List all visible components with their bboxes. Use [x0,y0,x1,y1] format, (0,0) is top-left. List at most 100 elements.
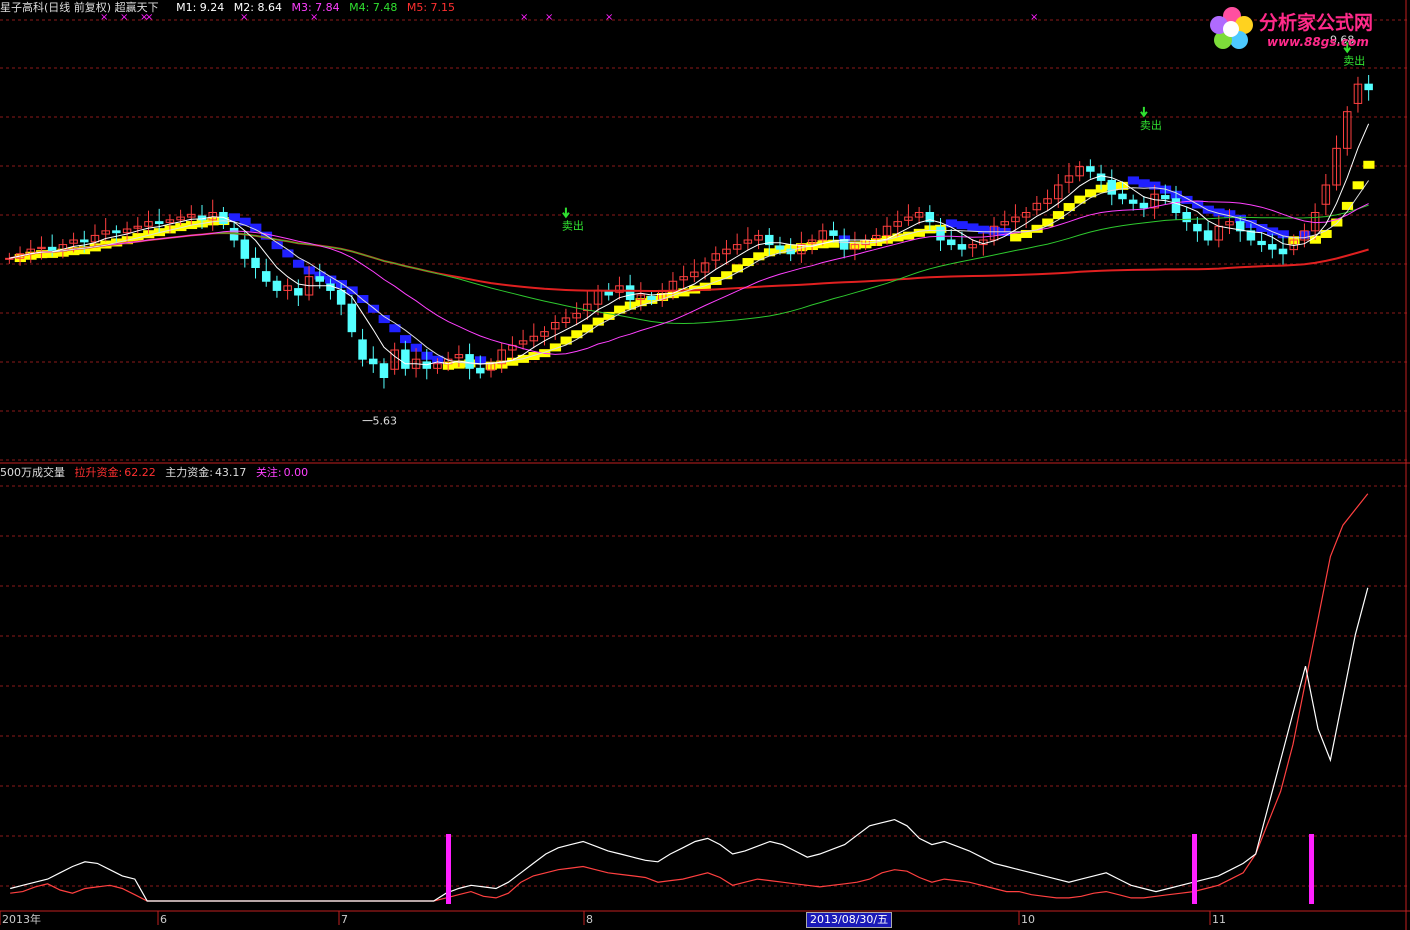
band-block [1052,211,1065,220]
pull-value: 62.22 [124,466,156,479]
ma-line-5 [9,123,1370,366]
candle-body [1364,83,1373,91]
ma-red-line [9,231,1369,292]
candle-body [261,271,271,282]
band-block [581,324,594,333]
m2-value: M2: 8.64 [233,1,282,14]
indicator-header: 500万成交量 拉升资金: 62.22 主力资金: 43.17 关注: 0.00 [0,466,314,480]
candle-body [1128,199,1138,204]
candle-body [154,221,164,225]
candle-body [829,230,838,236]
band-block [1352,181,1364,190]
sell-arrow-icon [1140,106,1148,118]
m5-value: M5: 7.15 [406,1,456,14]
candle-body [336,289,346,305]
candle-body [1139,202,1149,209]
x-tick-label: 2013年 [2,912,41,926]
candle-body [80,239,89,243]
band-block [945,219,958,228]
band-block [731,264,744,273]
watch-label: 关注: [255,466,282,479]
sell-arrow-icon [562,207,570,219]
main-value: 43.17 [214,466,247,479]
m4-value: M4: 7.48 [349,1,398,14]
main-label: 主力资金: [165,466,213,479]
candle-body [112,230,121,234]
candle-body [1278,248,1288,255]
x-tick-label: 10 [1021,913,1035,926]
band-block [1127,176,1140,185]
watch-flag-bar [446,834,451,904]
signal-marker: × [520,12,528,23]
band-block [528,352,540,361]
stock-chart[interactable]: 9.685.63卖出卖出卖出× × ×× × × × × × ×2013年 6 7 8 10 11 [0,0,1410,930]
signal-marker: × [1030,12,1038,23]
candle-body [47,246,57,252]
candle-body [1182,212,1191,223]
indicator-name: 500万成交量 [0,466,65,479]
candle-body [1257,240,1266,246]
signal-marker: × [545,12,553,23]
candle-body [625,285,635,301]
candle-body [1107,179,1117,195]
price-header: 星子高科(日线 前复权) 超赢天下 M1: 9.24 M2: 8.64 M3: … [0,1,461,15]
candle-body [347,303,357,333]
candle-body [839,239,849,250]
candle-body [1118,193,1127,200]
band-block [1363,160,1375,169]
m3-value: M3: 7.84 [291,1,340,14]
candle-body [1193,223,1202,232]
watch-flag-bar [1192,834,1197,904]
candle-body [358,339,367,360]
candle-body [1161,195,1170,200]
candle-body [476,367,485,374]
pull-fund-line [10,493,1369,902]
x-tick-label: 8 [586,913,593,926]
band-block [956,221,968,230]
candle-body [251,257,260,269]
low-label: 5.63 [373,415,398,428]
watch-flag-bar [1309,834,1314,904]
candle-body [294,288,303,296]
ma-line-10 [9,180,1370,365]
flower-icon [1210,7,1253,49]
x-tick-label: 6 [160,913,167,926]
m1-value: M1: 9.24 [176,1,225,14]
candle-body [1268,244,1277,250]
band-block [292,259,305,268]
pull-label: 拉升资金: [74,466,123,479]
band-block [967,223,979,232]
sell-label: 卖出 [1140,118,1162,132]
band-block [710,276,722,285]
stock-title: 星子高科(日线 前复权) 超赢天下 [0,1,159,14]
band-block [1010,233,1022,242]
signal-marker: × [605,12,613,23]
band-block [977,225,990,234]
candle-body [465,354,474,369]
x-tick-label: 11 [1212,913,1226,926]
candle-body [401,349,410,369]
candle-body [936,226,945,241]
logo-url: www.88gs.com [1267,35,1369,49]
band-block [282,249,294,258]
watch-value: 0.00 [283,466,309,479]
x-tick-label: 7 [341,913,348,926]
candle-body [775,245,785,250]
candle-body [957,244,967,250]
logo-text: 分析家公式网 [1259,12,1374,34]
candle-body [240,239,250,259]
candle-body [315,276,324,282]
candle-body [369,358,378,365]
candle-body [1086,166,1095,172]
band-block [1181,195,1193,204]
candle-body [379,363,389,378]
band-block [1202,205,1214,214]
candle-body [1203,230,1213,241]
sell-label: 卖出 [562,219,584,233]
candle-body [272,280,282,291]
band-block [592,317,604,326]
band-block [913,228,925,237]
cursor-date: 2013/08/30/五 [806,912,893,928]
candle-body [1171,198,1181,213]
site-logo: 分析家公式网 www.88gs.com [1207,4,1402,56]
